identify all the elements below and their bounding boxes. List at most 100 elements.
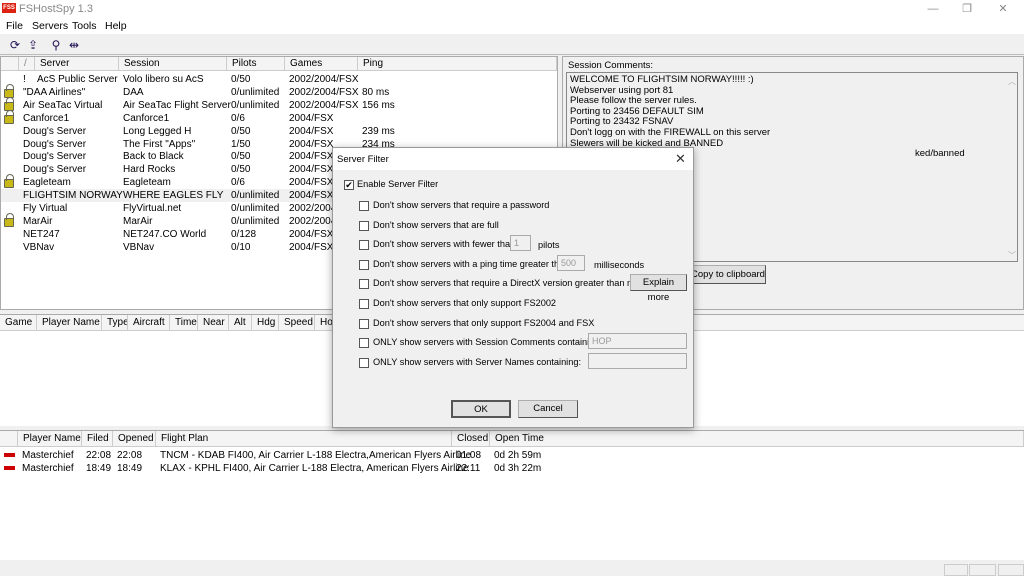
col-games[interactable]: Games: [285, 57, 358, 71]
col-type[interactable]: Type: [102, 315, 128, 331]
lock-icon: [4, 212, 14, 227]
filter-option-label: Don't show servers that require a passwo…: [373, 200, 550, 210]
server-session: Canforce1: [123, 112, 170, 124]
fp-closed: 01:08: [456, 450, 482, 461]
col-fp-4[interactable]: Flight Plan: [156, 431, 452, 447]
filter-option-checkbox[interactable]: [359, 338, 369, 349]
server-row[interactable]: "DAA Airlines" DAA 0/unlimited 2002/2004/FS…: [1, 83, 557, 99]
col-session[interactable]: Session: [119, 57, 227, 71]
server-pilots: 0/unlimited: [231, 99, 280, 111]
copy-to-clipboard-button[interactable]: Copy to clipboard: [690, 265, 766, 284]
filter-option-input[interactable]: HOP: [588, 333, 687, 350]
server-games: 2002/2004/FSX: [289, 86, 359, 98]
server-name: FLIGHTSIM NORWAY: [23, 190, 123, 202]
status-panel: [998, 564, 1024, 576]
col-fp-3[interactable]: Opened: [113, 431, 156, 447]
filter-option-input[interactable]: [588, 352, 687, 369]
col-hdg[interactable]: Hdg: [252, 315, 279, 331]
col-icon[interactable]: [1, 57, 19, 71]
minimize-button[interactable]: —: [918, 2, 948, 16]
filter-option-checkbox[interactable]: [359, 259, 369, 270]
server-filter-dialog: Server Filter ✕ ✔ Enable Server Filter O…: [332, 147, 694, 428]
server-name: Doug's Server: [23, 125, 87, 137]
col-fp-5[interactable]: Closed: [452, 431, 490, 447]
menu-help[interactable]: Help: [105, 20, 127, 32]
filter-icon[interactable]: ⚲: [48, 37, 64, 53]
scroll-down-icon[interactable]: ﹀: [1008, 250, 1016, 261]
explain-more-button[interactable]: Explain more: [630, 274, 687, 303]
session-comments-label: Session Comments:: [568, 60, 654, 71]
enable-filter-checkbox[interactable]: ✔: [344, 180, 354, 190]
filter-option-checkbox[interactable]: [359, 220, 369, 231]
server-games: 2004/FSX: [289, 190, 334, 202]
fp-opened: 18:49: [117, 463, 143, 474]
col-speed[interactable]: Speed: [279, 315, 315, 331]
lock-icon: [4, 109, 14, 124]
status-panel: [969, 564, 996, 576]
server-row[interactable]: Doug's Server Long Legged H 0/50 2004/FSX 23…: [1, 125, 557, 138]
scroll-up-icon[interactable]: ︿: [1008, 76, 1016, 87]
server-games: 2004/FSX: [289, 151, 334, 163]
filter-option-input[interactable]: 500: [557, 254, 585, 271]
fp-plan: TNCM - KDAB FI400, Air Carrier L-188 Ele…: [160, 450, 472, 461]
server-pilots: 0/128: [231, 228, 257, 240]
fp-closed: 22:11: [456, 463, 481, 474]
server-games: 2004/FSX: [289, 164, 334, 176]
ok-button[interactable]: OK: [451, 400, 511, 418]
menu-servers[interactable]: Servers: [32, 20, 68, 32]
server-games: 2004/FSX: [289, 241, 334, 253]
cancel-button[interactable]: Cancel: [518, 400, 578, 418]
server-row[interactable]: Air SeaTac Virtual Air SeaTac Flight Serv…: [1, 96, 557, 112]
col-sort[interactable]: /: [19, 57, 35, 71]
filter-option-label: Don't show servers that only support FS2…: [373, 317, 595, 328]
fp-open-time: 0d 3h 22m: [494, 463, 542, 474]
filter-option-checkbox[interactable]: [359, 279, 369, 290]
filter-option-label: Don't show servers that only support FS2…: [373, 298, 557, 308]
col-fp-0[interactable]: [0, 431, 18, 447]
server-name: Doug's Server: [23, 151, 87, 163]
server-row[interactable]: ! AcS Public Server Volo libero su AcS 0/50…: [1, 73, 557, 86]
menu-file[interactable]: File: [6, 20, 23, 32]
filter-option-checkbox[interactable]: [359, 318, 369, 329]
server-games: 2002/2004: [289, 215, 337, 227]
refresh-icon[interactable]: ⟳: [7, 37, 23, 53]
server-games: 2004/FSX: [289, 125, 334, 137]
restore-button[interactable]: ❐: [952, 2, 982, 16]
server-name: Canforce1: [23, 112, 70, 124]
comment-line: Don't logg on with the FIREWALL on this …: [570, 126, 771, 138]
server-pilots: 0/50: [231, 164, 251, 176]
col-ping[interactable]: Ping: [358, 57, 557, 71]
col-server[interactable]: Server: [35, 57, 119, 71]
filter-option-checkbox[interactable]: [359, 201, 369, 211]
col-player-name[interactable]: Player Name: [37, 315, 102, 331]
menu-tools[interactable]: Tools: [72, 20, 97, 32]
server-pilots: 0/50: [231, 151, 251, 163]
server-row[interactable]: Canforce1 Canforce1 0/6 2004/FSX: [1, 109, 557, 125]
toolbar: ⟳ ⇪ ⚲ ⇹: [0, 35, 1024, 55]
close-button[interactable]: ✕: [988, 2, 1018, 16]
col-game[interactable]: Game: [0, 315, 37, 331]
filter-option-checkbox[interactable]: [359, 240, 369, 251]
refresh-all-icon[interactable]: ⇪: [25, 37, 41, 53]
filter-option-checkbox[interactable]: [359, 299, 369, 309]
col-fp-1[interactable]: Player Name: [18, 431, 82, 447]
flight-plan-row[interactable]: Masterchief 18:49 18:49 KLAX - KPHL FI400, …: [0, 462, 1024, 475]
server-ping: 80 ms: [362, 86, 390, 98]
col-aircraft[interactable]: Aircraft: [128, 315, 170, 331]
server-name: Fly Virtual: [23, 203, 68, 214]
dialog-close-icon[interactable]: ✕: [675, 151, 686, 167]
filter-option-input[interactable]: 1: [510, 235, 531, 252]
col-alt[interactable]: Alt: [229, 315, 252, 331]
server-session: Hard Rocks: [123, 164, 176, 176]
col-pilots[interactable]: Pilots: [227, 57, 285, 71]
col-fp-6[interactable]: Open Time: [490, 431, 1024, 447]
server-pilots: 0/50: [231, 74, 251, 85]
server-name: Doug's Server: [23, 164, 87, 176]
col-time[interactable]: Time: [170, 315, 198, 331]
connect-icon[interactable]: ⇹: [66, 37, 82, 53]
flight-plan-row[interactable]: Masterchief 22:08 22:08 TNCM - KDAB FI400, …: [0, 449, 1024, 462]
fp-plan: KLAX - KPHL FI400, Air Carrier L-188 Ele…: [160, 463, 469, 474]
filter-option-checkbox[interactable]: [359, 357, 369, 368]
col-near[interactable]: Near: [198, 315, 229, 331]
col-fp-2[interactable]: Filed: [82, 431, 113, 447]
